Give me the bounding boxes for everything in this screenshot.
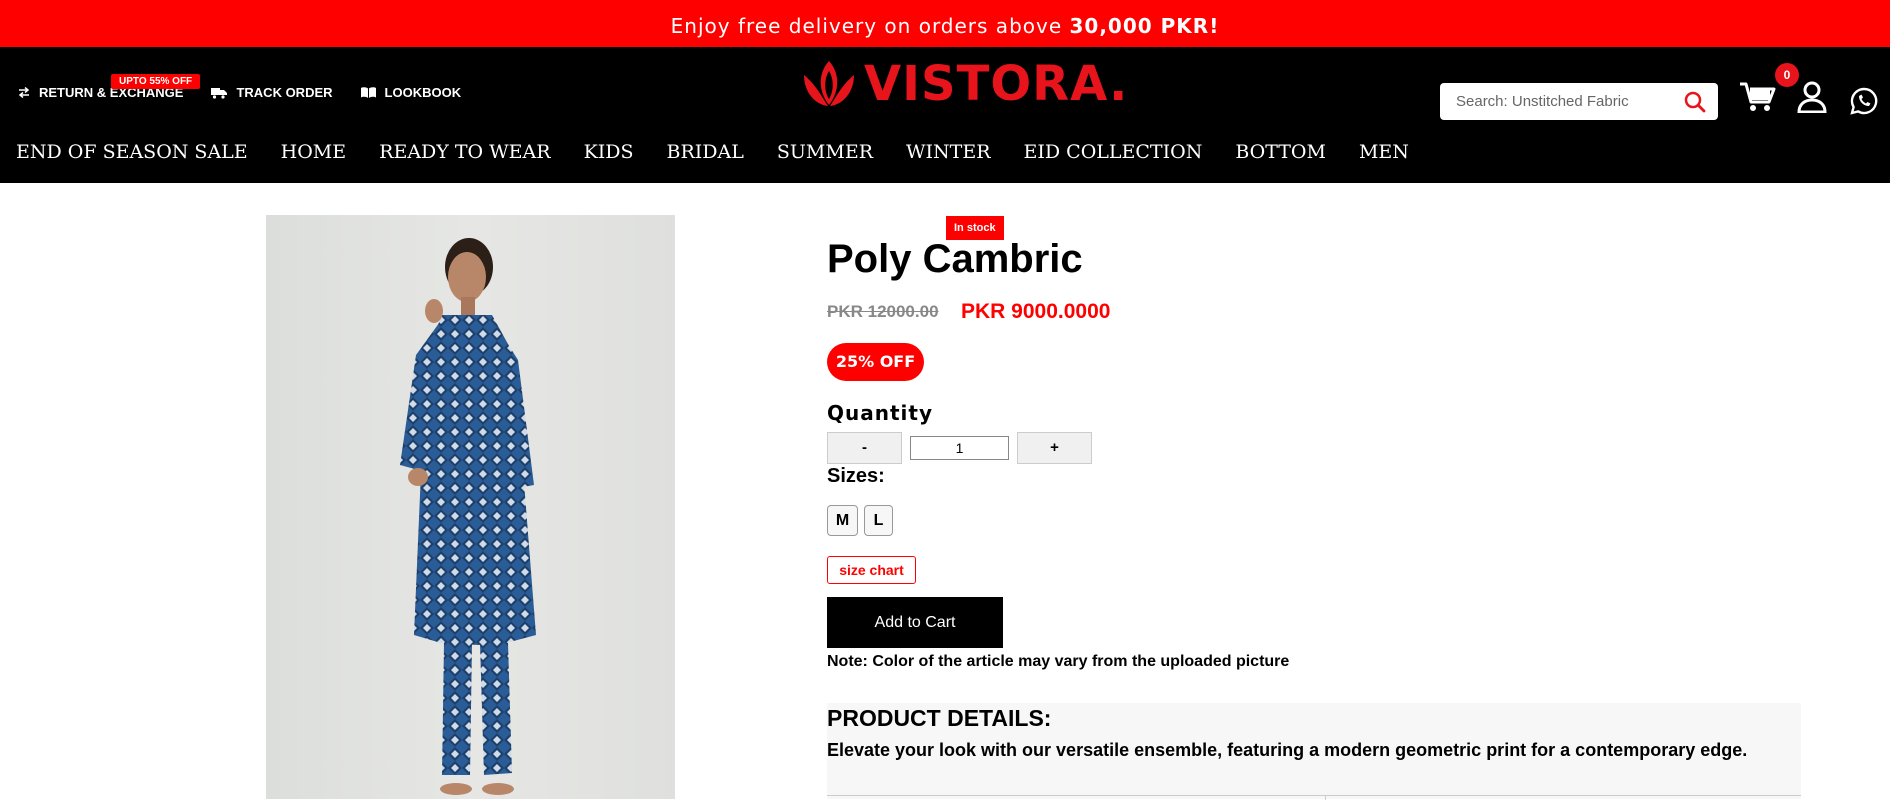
cart-count-badge: 0 xyxy=(1775,63,1799,87)
color-note: Note: Color of the article may vary from… xyxy=(827,653,1290,670)
quantity-increment-button[interactable]: + xyxy=(1017,432,1092,464)
lookbook-link[interactable]: LOOKBOOK xyxy=(360,85,462,100)
cart-icon xyxy=(1740,82,1776,111)
nav-eid-collection[interactable]: EID COLLECTION xyxy=(1024,141,1203,163)
quantity-label: Quantity xyxy=(827,401,933,425)
nav-bridal[interactable]: BRIDAL xyxy=(667,141,744,163)
size-option-l[interactable]: L xyxy=(864,505,893,536)
logo-text: VISTORA. xyxy=(864,56,1129,112)
whatsapp-button[interactable] xyxy=(1850,87,1878,120)
quantity-decrement-button[interactable]: - xyxy=(827,432,902,464)
model-photo xyxy=(400,238,536,795)
add-to-cart-button[interactable]: Add to Cart xyxy=(827,597,1003,648)
product-image[interactable] xyxy=(266,215,675,799)
sizes-label: Sizes: xyxy=(827,465,885,487)
search-button[interactable] xyxy=(1684,91,1706,118)
site-header: RETURN & EXCHANGE TRACK ORDER LOOKBOOK V… xyxy=(0,47,1890,183)
nav-summer[interactable]: SUMMER xyxy=(777,141,873,163)
search-input[interactable] xyxy=(1456,93,1678,110)
truck-icon xyxy=(211,87,228,99)
nav-bottom[interactable]: BOTTOM xyxy=(1235,141,1326,163)
utility-links: RETURN & EXCHANGE TRACK ORDER LOOKBOOK xyxy=(18,85,461,100)
lotus-logo-icon xyxy=(804,61,854,106)
search-bar xyxy=(1440,83,1718,120)
size-chart-button[interactable]: size chart xyxy=(827,556,916,584)
size-option-m[interactable]: M xyxy=(827,505,858,536)
whatsapp-icon xyxy=(1850,87,1878,115)
nav-ready-to-wear[interactable]: READY TO WEAR xyxy=(379,141,550,163)
site-logo[interactable]: VISTORA. xyxy=(800,59,1128,109)
book-icon xyxy=(360,87,376,98)
product-details-table xyxy=(827,795,1801,800)
nav-kids[interactable]: KIDS xyxy=(584,141,634,163)
track-order-link[interactable]: TRACK ORDER xyxy=(211,85,333,100)
discount-badge: 25% OFF xyxy=(827,343,924,381)
nav-winter[interactable]: WINTER xyxy=(906,141,991,163)
search-icon xyxy=(1684,91,1706,113)
track-order-label: TRACK ORDER xyxy=(236,85,333,100)
sale-badge: UPTO 55% OFF xyxy=(111,74,201,89)
user-icon xyxy=(1797,81,1827,114)
product-details-title: PRODUCT DETAILS: xyxy=(827,705,1052,731)
exchange-arrows-icon xyxy=(18,87,30,98)
original-price: PKR 12000.00 xyxy=(827,302,939,321)
nav-men[interactable]: MEN xyxy=(1359,141,1409,163)
nav-end-of-season-sale[interactable]: END OF SEASON SALE xyxy=(16,141,248,163)
account-button[interactable] xyxy=(1797,81,1827,118)
product-details-description: Elevate your look with our versatile ens… xyxy=(827,740,1748,760)
announcement-amount: 30,000 PKR! xyxy=(1069,14,1220,38)
announcement-text: Enjoy free delivery on orders above xyxy=(670,14,1070,38)
product-title: Poly Cambric xyxy=(827,237,1083,281)
table-column-divider xyxy=(1325,796,1326,800)
main-nav: END OF SEASON SALE HOME READY TO WEAR KI… xyxy=(16,141,1409,163)
quantity-input[interactable]: 1 xyxy=(910,436,1009,460)
lookbook-label: LOOKBOOK xyxy=(384,85,462,100)
sale-price: PKR 9000.0000 xyxy=(961,300,1111,323)
announcement-bar: Enjoy free delivery on orders above 30,0… xyxy=(0,0,1890,47)
cart-button[interactable] xyxy=(1740,81,1776,118)
nav-home[interactable]: HOME xyxy=(281,141,346,163)
